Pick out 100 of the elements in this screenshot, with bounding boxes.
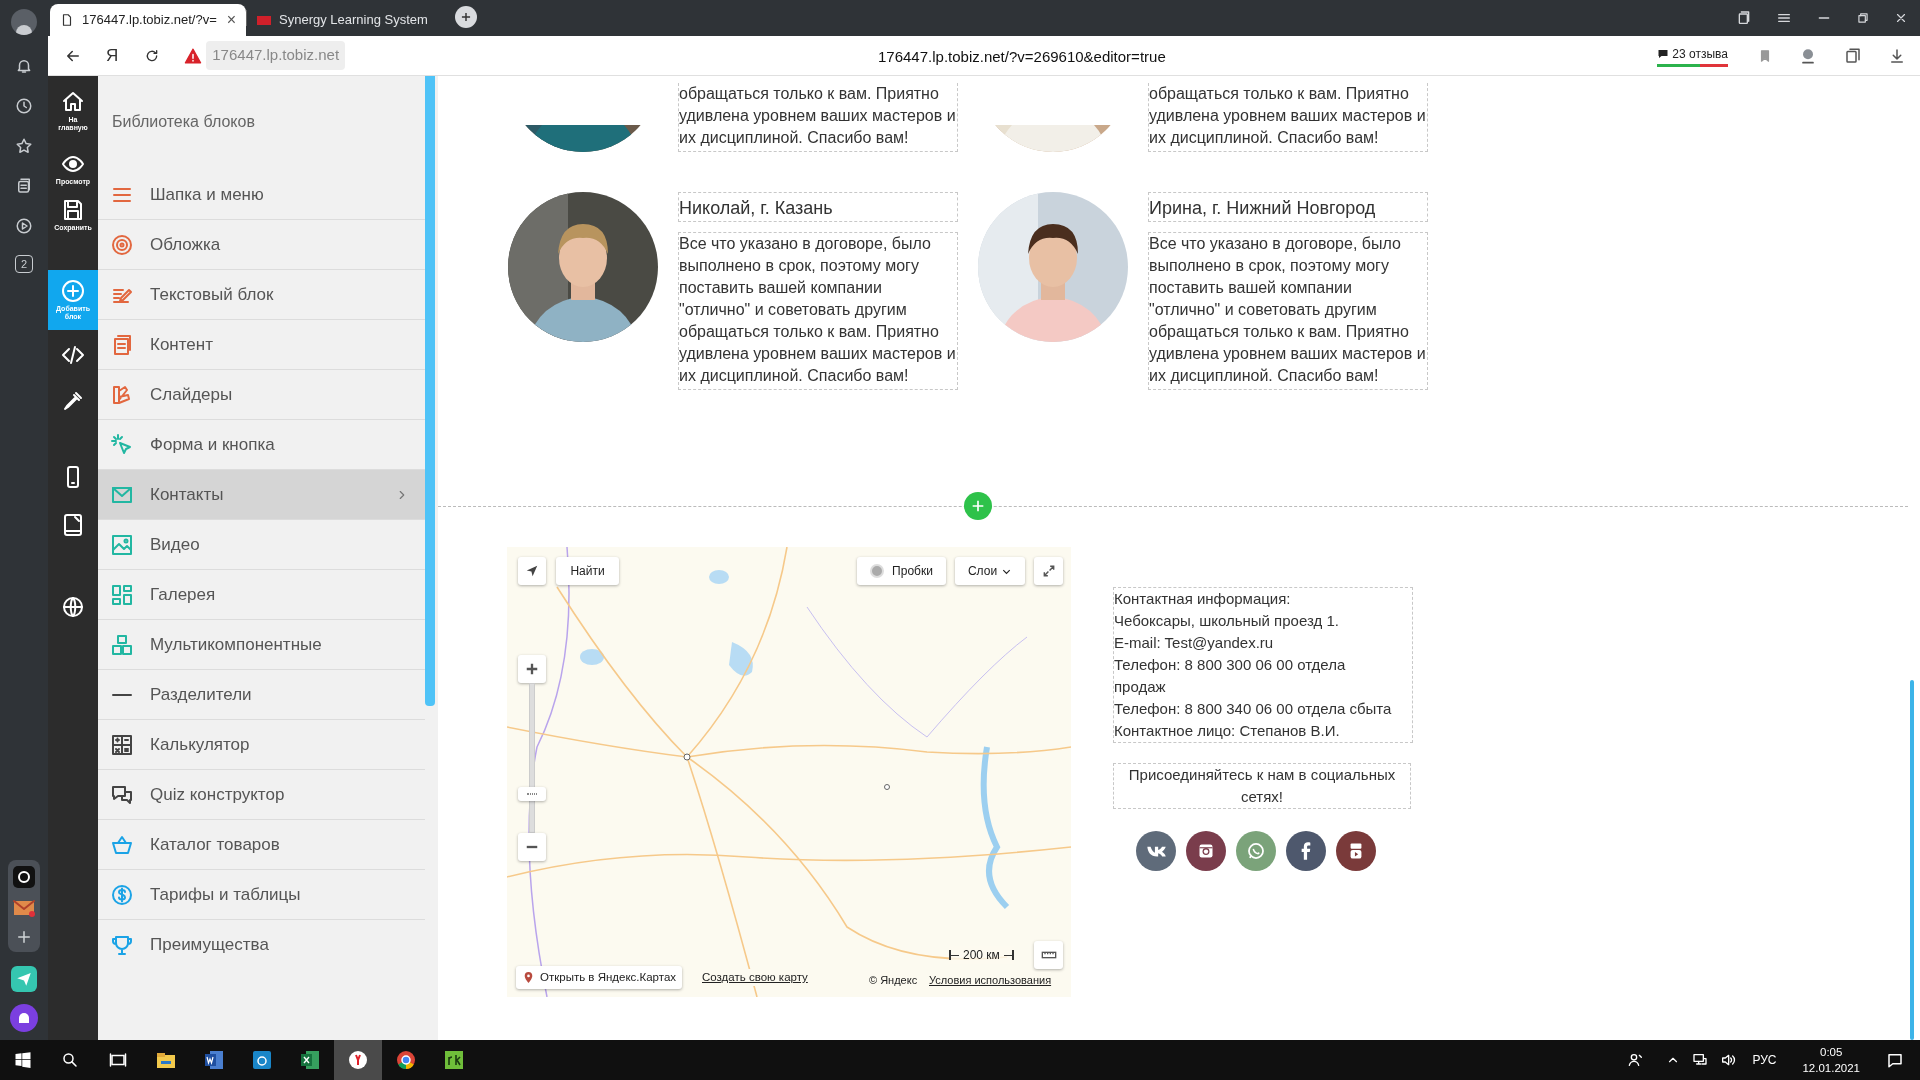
ruler-button[interactable] (1034, 941, 1063, 969)
traffic-button[interactable]: Пробки (857, 557, 946, 585)
locate-button[interactable] (518, 557, 546, 585)
search-icon[interactable] (61, 1051, 79, 1069)
tabs-icon[interactable] (1736, 10, 1752, 26)
reviews-button[interactable]: 23 отзыва (1657, 44, 1728, 67)
browser-tab[interactable]: Synergy Learning System (247, 4, 443, 36)
warning-icon[interactable] (184, 46, 203, 65)
network-icon[interactable] (1692, 1052, 1709, 1068)
plus-icon (459, 10, 473, 24)
library-item[interactable]: Преимущества (98, 920, 425, 958)
camera-app-icon[interactable] (13, 866, 35, 888)
find-button[interactable]: Найти (556, 557, 619, 585)
collections-icon[interactable] (15, 177, 33, 195)
clock[interactable]: 0:05 12.01.2021 (1802, 1044, 1860, 1076)
dollar-icon (110, 882, 134, 907)
whatsapp-button[interactable] (1236, 831, 1276, 871)
open-in-maps-link[interactable]: Открыть в Яндекс.Картах (516, 966, 683, 989)
language-indicator[interactable]: РУС (1752, 1051, 1777, 1069)
reviewer-name: Николай, г. Казань (678, 192, 958, 222)
tab-title: Synergy Learning System (279, 11, 429, 30)
library-item[interactable]: Калькулятор (98, 720, 425, 770)
expand-icon (1041, 564, 1056, 578)
library-item[interactable]: Слайдеры (98, 370, 425, 420)
speech-bubble-icon (1657, 47, 1670, 60)
yandex-button[interactable]: Я (106, 42, 119, 69)
library-item[interactable]: Галерея (98, 570, 425, 620)
tablet-icon (61, 513, 85, 537)
grid-icon (110, 582, 134, 607)
star-icon[interactable] (15, 137, 33, 155)
extensions-icon[interactable] (1844, 46, 1862, 65)
map[interactable]: Найти Пробки Слои 200 км Открыть в Яндекс.Картах Создать свою карту © Яндекс Условия использования (507, 547, 1071, 997)
layers-button[interactable]: Слои (955, 557, 1025, 585)
calculator-icon (110, 732, 134, 757)
vk-button[interactable] (1136, 831, 1176, 871)
page-icon (60, 13, 74, 27)
arrow-icon (525, 564, 539, 578)
browser-tab[interactable]: 176447.lp.tobiz.net/?v= × (50, 4, 246, 36)
create-map-link[interactable]: Создать свою карту (702, 969, 808, 987)
profile-avatar[interactable] (11, 9, 37, 35)
globe-icon (61, 595, 85, 619)
assistant-app-icon[interactable] (10, 1004, 38, 1032)
tab-close-button[interactable]: × (226, 12, 236, 28)
library-item[interactable]: Контакты (98, 470, 425, 520)
library-item[interactable]: Обложка (98, 220, 425, 270)
download-icon[interactable] (1888, 46, 1906, 65)
taskbar-app-icon[interactable] (334, 1040, 382, 1080)
review-text: Все что указано в договоре, было выполнено в срок, поэтому могу поставить вашей компании "отлично" и советовать другим обращаться только к вам. Приятно удивлена уровнем ваших мастеров и их дисциплиной. Спасибо вам! (678, 232, 958, 390)
home-icon (61, 90, 85, 114)
task-view-icon[interactable] (109, 1051, 127, 1069)
reviewer-name: Ирина, г. Нижний Новгород (1148, 192, 1428, 222)
instagram-button[interactable] (1186, 831, 1226, 871)
contact-info: Контактная информация: Чебоксары, школьный проезд 1. E-mail: Test@yandex.ru Телефон: 8 800 300 06 00 отдела продаж Телефон: 8 800 340 06 00 отдела сбыта Контактное лицо: Степанов В.И. (1113, 587, 1413, 743)
site-favicon (257, 15, 271, 25)
plus-icon (525, 662, 539, 676)
library-item[interactable]: Контент (98, 320, 425, 370)
restore-icon[interactable] (1856, 11, 1870, 25)
library-item[interactable]: Видео (98, 520, 425, 570)
windows-icon (14, 1051, 32, 1069)
fullscreen-button[interactable] (1034, 557, 1063, 585)
scrollbar[interactable] (425, 76, 435, 706)
cursor-click-icon (110, 432, 134, 457)
target-icon (110, 232, 134, 257)
tab-count-badge[interactable]: 2 (15, 255, 33, 273)
tab-title: 176447.lp.tobiz.net/?v= (82, 11, 218, 30)
messenger-app-icon[interactable] (11, 966, 37, 992)
library-item[interactable]: Тарифы и таблицы (98, 870, 425, 920)
zoom-slider-handle[interactable] (518, 787, 546, 801)
volume-icon[interactable] (1720, 1052, 1737, 1068)
plus-icon[interactable] (15, 928, 33, 946)
clock-icon[interactable] (15, 97, 33, 115)
image-icon (110, 532, 134, 557)
save-icon (61, 198, 85, 222)
zoom-slider-track[interactable] (529, 683, 535, 833)
play-icon[interactable] (15, 217, 33, 235)
close-icon[interactable] (1894, 11, 1908, 25)
library-item[interactable]: Каталог товаров (98, 820, 425, 870)
notifications-icon[interactable] (1886, 1051, 1904, 1069)
dash-icon (110, 692, 134, 697)
scrollbar[interactable] (1910, 680, 1914, 1040)
library-title: Библиотека блоков (112, 112, 256, 132)
review-text: обращаться только к вам. Приятно удивлена уровнем ваших мастеров и их дисциплиной. Спасибо вам! (678, 83, 958, 152)
review-text: Все что указано в договоре, было выполнено в срок, поэтому могу поставить вашей компании "отлично" и советовать другим обращаться только к вам. Приятно удивлена уровнем ваших мастеров и их дисциплиной. Спасибо вам! (1148, 232, 1428, 390)
review-text: обращаться только к вам. Приятно удивлена уровнем ваших мастеров и их дисциплиной. Спасибо вам! (1148, 83, 1428, 152)
library-item[interactable]: Текстовый блок (98, 270, 425, 320)
library-item[interactable]: Разделители (98, 670, 425, 720)
code-icon (61, 343, 85, 367)
zoom-in-button[interactable] (518, 655, 546, 683)
social-heading: Присоединяйтесь к нам в социальных сетях! (1113, 763, 1411, 809)
new-tab-button[interactable] (455, 6, 477, 28)
pipette-icon (61, 389, 85, 413)
library-item[interactable]: Quiz конструктор (98, 770, 425, 820)
people-icon[interactable] (1628, 1052, 1645, 1068)
facebook-button[interactable] (1286, 831, 1326, 871)
library-item[interactable]: Мультикомпонентные (98, 620, 425, 670)
bookmark-icon[interactable] (1758, 48, 1772, 63)
bell-icon[interactable] (15, 57, 33, 75)
zoom-out-button[interactable] (518, 833, 546, 861)
youtube-button[interactable] (1336, 831, 1376, 871)
address-bar-url[interactable]: 176447.lp.tobiz.net/?v=269610&editor=true (878, 46, 1166, 69)
